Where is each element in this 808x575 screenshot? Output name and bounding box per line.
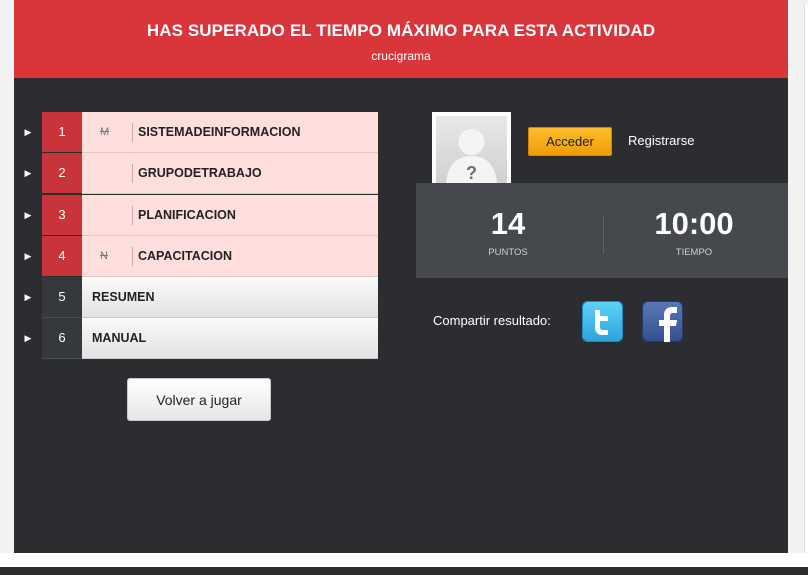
expand-arrow-icon[interactable]: ▶ (14, 236, 42, 277)
row-number: 3 (42, 195, 82, 235)
play-again-button[interactable]: Volver a jugar (127, 378, 271, 421)
manual-row[interactable]: ▶ 6 MANUAL (14, 318, 378, 359)
login-button[interactable]: Acceder (528, 127, 612, 156)
row-number: 4 (42, 236, 82, 276)
bottom-bar (0, 567, 808, 575)
twitter-icon[interactable] (582, 301, 623, 342)
time-value: 10:00 (654, 206, 734, 241)
answer-row-3[interactable]: ▶ 3 PLANIFICACION (14, 195, 378, 236)
row-number: 2 (42, 153, 82, 193)
score-divider (603, 216, 604, 254)
hint-letter: N (100, 250, 108, 262)
activity-name: crucigrama (371, 49, 431, 63)
points-label: PUNTOS (488, 247, 528, 258)
section-label: RESUMEN (92, 290, 155, 304)
answer-row-2[interactable]: ▶ 2 GRUPODETRABAJO (14, 153, 378, 194)
points-value: 14 (490, 206, 526, 241)
row-number: 5 (42, 277, 82, 318)
facebook-icon[interactable] (642, 301, 683, 342)
answer-word: GRUPODETRABAJO (138, 166, 262, 180)
expand-arrow-icon[interactable]: ▶ (14, 112, 42, 153)
result-title: HAS SUPERADO EL TIEMPO MÁXIMO PARA ESTA … (146, 21, 656, 40)
row-number: 1 (42, 112, 82, 152)
hint-letter: M (100, 126, 110, 138)
answer-row-4[interactable]: ▶ 4 N CAPACITACION (14, 236, 378, 277)
expand-arrow-icon[interactable]: ▶ (14, 318, 42, 359)
time-label: TIEMPO (675, 247, 713, 258)
expand-arrow-icon[interactable]: ▶ (14, 277, 42, 318)
expand-arrow-icon[interactable]: ▶ (14, 195, 42, 236)
footer-band (0, 553, 808, 567)
hint-letter (92, 195, 130, 235)
result-header: HAS SUPERADO EL TIEMPO MÁXIMO PARA ESTA … (14, 0, 788, 78)
score-panel: 14 PUNTOS 10:00 TIEMPO (416, 183, 788, 278)
expand-arrow-icon[interactable]: ▶ (14, 153, 42, 194)
user-avatar: ? (432, 112, 511, 191)
row-number: 6 (42, 318, 82, 359)
summary-row[interactable]: ▶ 5 RESUMEN (14, 277, 378, 318)
answer-word: CAPACITACION (138, 249, 232, 263)
answer-word: SISTEMADEINFORMACION (138, 125, 301, 139)
svg-text:?: ? (466, 163, 477, 183)
register-link[interactable]: Registrarse (628, 133, 694, 148)
answer-row-1[interactable]: ▶ 1 M SISTEMADEINFORMACION (14, 112, 378, 153)
page-edge (788, 0, 808, 553)
user-placeholder-icon: ? (446, 129, 497, 187)
section-label: MANUAL (92, 331, 147, 345)
hint-letter (92, 153, 130, 193)
answer-word: PLANIFICACION (138, 208, 236, 222)
share-label: Compartir resultado: (433, 313, 551, 328)
